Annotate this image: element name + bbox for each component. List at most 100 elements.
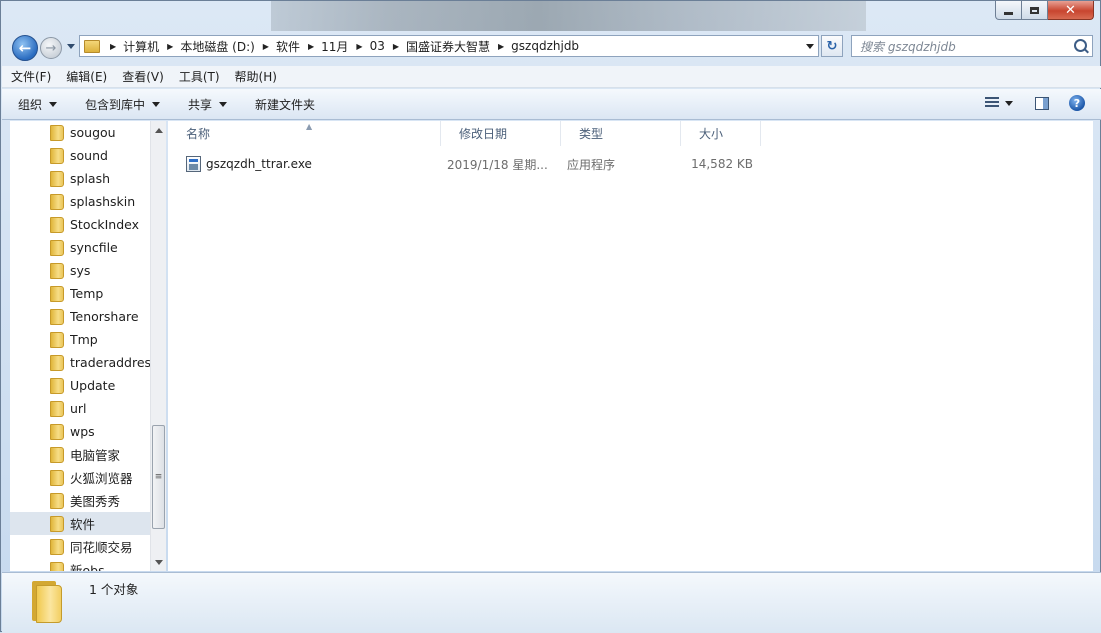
tree-item-label: 火狐浏览器 [70,471,133,486]
address-bar[interactable]: ▶ 计算机 ▶ 本地磁盘 (D:) ▶ 软件 ▶ 11月 ▶ 03 ▶ 国盛证券… [79,35,819,57]
forward-button[interactable]: → [40,37,62,59]
folder-icon [50,538,64,555]
tree-item-splash[interactable]: splash [10,167,150,190]
close-button[interactable]: ✕ [1048,1,1094,20]
tree-item-sound[interactable]: sound [10,144,150,167]
tree-item-tenorshare[interactable]: Tenorshare [10,305,150,328]
breadcrumb-separator-icon[interactable]: ▶ [498,42,504,51]
breadcrumb-software[interactable]: 软件 [276,38,300,55]
scroll-down-icon[interactable] [155,560,163,565]
tree-item-splashskin[interactable]: splashskin [10,190,150,213]
share-label: 共享 [188,97,213,112]
item-count: 1 个对象 [89,582,139,597]
back-button[interactable]: ← [12,35,38,61]
view-options-icon[interactable] [985,97,999,109]
tree-item-label: splashskin [70,194,136,209]
navigation-pane: sougou sound splash splashskin StockInde… [10,121,166,571]
breadcrumb-drive-d[interactable]: 本地磁盘 (D:) [180,38,254,55]
scroll-thumb[interactable]: ≡ [152,425,165,529]
breadcrumb-separator-icon[interactable]: ▶ [110,42,116,51]
folder-icon [50,308,64,325]
maximize-button[interactable] [1022,1,1048,20]
folder-icon [50,331,64,348]
organize-label: 组织 [18,97,43,112]
share-button[interactable]: 共享 [188,96,228,113]
breadcrumb-separator-icon[interactable]: ▶ [167,42,173,51]
tree-item-url[interactable]: url [10,397,150,420]
folder-icon [50,124,64,141]
recent-pages-dropdown-icon[interactable] [67,44,75,49]
folder-tree: sougou sound splash splashskin StockInde… [10,121,150,571]
help-icon[interactable]: ? [1069,95,1085,111]
tree-item-label: Tmp [70,332,98,347]
breadcrumb-current[interactable]: gszqdzhjdb [511,39,579,53]
folder-icon [50,561,64,571]
breadcrumb-separator-icon[interactable]: ▶ [356,42,362,51]
breadcrumb-separator-icon[interactable]: ▶ [263,42,269,51]
breadcrumb-november[interactable]: 11月 [321,38,348,55]
scroll-up-icon[interactable] [155,128,163,133]
tree-item-new-obs[interactable]: 新obs [10,558,150,571]
menu-file[interactable]: 文件(F) [11,68,51,85]
chevron-down-icon [219,101,228,107]
column-headers: 名称 ▲ 修改日期 类型 大小 [168,121,1093,146]
menu-help[interactable]: 帮助(H) [235,68,277,85]
nav-scrollbar[interactable]: ≡ [150,121,166,571]
column-header-type[interactable]: 类型 [561,121,681,146]
include-in-library-button[interactable]: 包含到库中 [85,96,161,113]
tree-item-pc-manager[interactable]: 电脑管家 [10,443,150,466]
tree-item-traderaddress[interactable]: traderaddress [10,351,150,374]
menu-tools[interactable]: 工具(T) [179,68,220,85]
search-icon[interactable] [1074,39,1087,52]
tree-item-software[interactable]: 软件 [10,512,150,535]
navigation-row: ← → ▶ 计算机 ▶ 本地磁盘 (D:) ▶ 软件 ▶ 11月 ▶ 03 ▶ … [9,33,1095,61]
menu-view[interactable]: 查看(V) [122,68,164,85]
tree-item-syncfile[interactable]: syncfile [10,236,150,259]
new-folder-button[interactable]: 新建文件夹 [255,96,315,113]
tree-item-label: splash [70,171,111,186]
column-header-size[interactable]: 大小 [681,121,761,146]
table-row[interactable]: gszqzdh_ttrar.exe 2019/1/18 星期... 应用程序 1… [186,153,766,175]
breadcrumb-computer[interactable]: 计算机 [123,38,159,55]
breadcrumb-separator-icon[interactable]: ▶ [393,42,399,51]
forward-arrow-icon: → [45,40,57,56]
tree-item-temp[interactable]: Temp [10,282,150,305]
preview-pane-icon[interactable] [1035,96,1049,110]
tree-item-stockindex[interactable]: StockIndex [10,213,150,236]
folder-icon [30,579,66,623]
address-history-dropdown-icon[interactable] [806,44,814,49]
organize-button[interactable]: 组织 [18,96,58,113]
view-options-dropdown-icon[interactable] [1005,100,1013,106]
title-bar-background [271,1,866,31]
minimize-icon [1004,11,1013,15]
tree-item-wps[interactable]: wps [10,420,150,443]
refresh-icon: ↻ [826,38,838,54]
new-folder-label: 新建文件夹 [255,97,316,112]
breadcrumb-separator-icon[interactable]: ▶ [308,42,314,51]
sort-ascending-icon: ▲ [306,122,313,131]
folder-icon [84,39,100,53]
minimize-button[interactable] [995,1,1022,20]
tree-item-meitu[interactable]: 美图秀秀 [10,489,150,512]
chevron-down-icon [49,101,58,107]
folder-icon [50,147,64,164]
file-date: 2019/1/18 星期... [447,157,548,172]
menu-edit[interactable]: 编辑(E) [66,68,107,85]
search-input[interactable]: 搜索 gszqdzhjdb [851,35,1093,57]
breadcrumb-guosheng[interactable]: 国盛证券大智慧 [406,38,490,55]
tree-item-tonghuashun[interactable]: 同花顺交易 [10,535,150,558]
explorer-window: ✕ ← → ▶ 计算机 ▶ 本地磁盘 (D:) ▶ 软件 ▶ 11月 ▶ 03 … [0,0,1101,633]
maximize-icon [1030,6,1039,14]
tree-item-tmp[interactable]: Tmp [10,328,150,351]
column-header-date[interactable]: 修改日期 [441,121,561,146]
tree-item-firefox[interactable]: 火狐浏览器 [10,466,150,489]
column-header-name[interactable]: 名称 ▲ [168,121,441,146]
tree-item-sys[interactable]: sys [10,259,150,282]
refresh-button[interactable]: ↻ [821,35,843,57]
breadcrumb-03[interactable]: 03 [370,39,385,53]
tree-item-sougou[interactable]: sougou [10,121,150,144]
tree-item-update[interactable]: Update [10,374,150,397]
file-type: 应用程序 [567,157,616,172]
tree-item-label: url [70,401,87,416]
menu-bar: 文件(F) 编辑(E) 查看(V) 工具(T) 帮助(H) [2,66,1101,88]
